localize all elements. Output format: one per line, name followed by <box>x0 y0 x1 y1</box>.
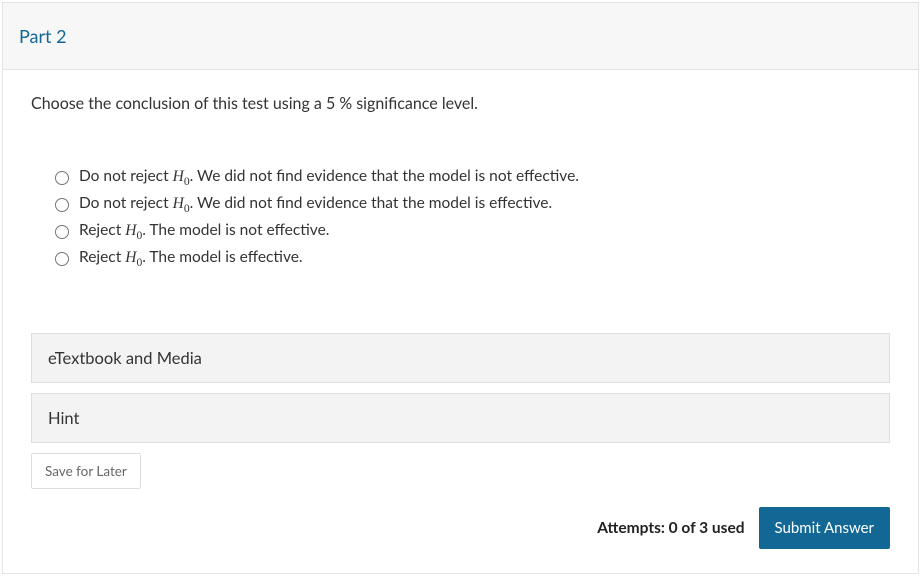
option-2-pre: Do not reject <box>79 194 173 212</box>
attempts-text: Attempts: 0 of 3 used <box>597 519 744 537</box>
option-3-label: Reject H0. The model is not effective. <box>79 221 329 242</box>
option-4[interactable]: Reject H0. The model is effective. <box>55 248 890 269</box>
question-sig-unit: % <box>335 94 352 113</box>
h0-symbol: H0 <box>125 222 142 239</box>
h0-letter: H <box>125 249 136 266</box>
option-1-post: . We did not find evidence that the mode… <box>190 167 579 185</box>
option-4-pre: Reject <box>79 248 125 266</box>
option-4-post: . The model is effective. <box>142 248 302 266</box>
options-group: Do not reject H0. We did not find eviden… <box>31 167 890 269</box>
part-header: Part 2 <box>3 3 918 70</box>
submit-answer-button[interactable]: Submit Answer <box>759 507 890 549</box>
h0-letter: H <box>173 168 184 185</box>
option-3[interactable]: Reject H0. The model is not effective. <box>55 221 890 242</box>
option-1[interactable]: Do not reject H0. We did not find eviden… <box>55 167 890 188</box>
option-1-pre: Do not reject <box>79 167 173 185</box>
part-title: Part 2 <box>19 25 902 47</box>
footer-row: Attempts: 0 of 3 used Submit Answer <box>31 507 890 549</box>
option-1-label: Do not reject H0. We did not find eviden… <box>79 167 579 188</box>
option-3-post: . The model is not effective. <box>142 221 329 239</box>
question-suffix: significance level. <box>352 94 478 113</box>
option-1-radio[interactable] <box>55 171 69 185</box>
question-prompt: Choose the conclusion of this test using… <box>31 94 890 113</box>
question-part-container: Part 2 Choose the conclusion of this tes… <box>2 2 919 574</box>
option-2-label: Do not reject H0. We did not find eviden… <box>79 194 552 215</box>
h0-symbol: H0 <box>173 195 190 212</box>
h0-letter: H <box>173 195 184 212</box>
save-for-later-button[interactable]: Save for Later <box>31 453 141 489</box>
option-3-pre: Reject <box>79 221 125 239</box>
option-4-radio[interactable] <box>55 252 69 266</box>
etextbook-panel-button[interactable]: eTextbook and Media <box>31 333 890 383</box>
option-3-radio[interactable] <box>55 225 69 239</box>
option-2-post: . We did not find evidence that the mode… <box>190 194 553 212</box>
hint-panel-button[interactable]: Hint <box>31 393 890 443</box>
h0-symbol: H0 <box>173 168 190 185</box>
option-4-label: Reject H0. The model is effective. <box>79 248 303 269</box>
question-sig-value: 5 <box>326 94 335 113</box>
h0-symbol: H0 <box>125 249 142 266</box>
question-content: Choose the conclusion of this test using… <box>3 70 918 573</box>
option-2[interactable]: Do not reject H0. We did not find eviden… <box>55 194 890 215</box>
h0-letter: H <box>125 222 136 239</box>
question-prefix: Choose the conclusion of this test using… <box>31 94 326 113</box>
option-2-radio[interactable] <box>55 198 69 212</box>
